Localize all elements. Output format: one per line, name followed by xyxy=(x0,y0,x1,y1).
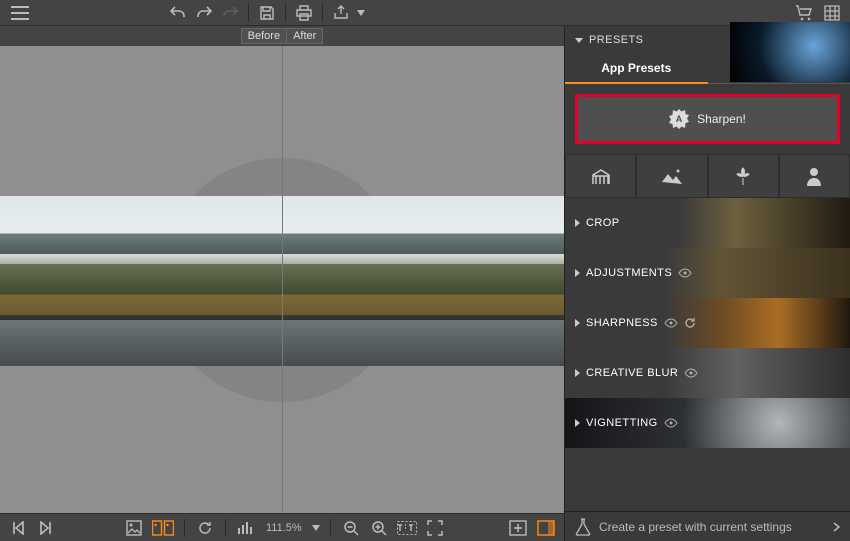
category-macro[interactable] xyxy=(708,154,779,198)
grid-button[interactable] xyxy=(820,1,844,25)
create-preset-button[interactable]: Create a preset with current settings xyxy=(565,511,850,541)
panel-vignetting-icons xyxy=(664,418,678,428)
eye-icon xyxy=(664,318,678,328)
sharpen-label: Sharpen! xyxy=(697,112,746,126)
panel-creative-blur-icons xyxy=(684,368,698,378)
eye-icon xyxy=(678,268,692,278)
adjustment-panels: CROP ADJUSTMENTS SHARPNESS CREATIVE BL xyxy=(565,198,850,511)
zoom-out-button[interactable] xyxy=(339,516,363,540)
flask-icon xyxy=(575,518,591,536)
preset-categories xyxy=(565,154,850,198)
before-preview xyxy=(0,46,282,513)
print-button[interactable] xyxy=(292,1,316,25)
canvas-area: Before After xyxy=(0,26,564,541)
share-button[interactable] xyxy=(329,1,353,25)
prev-image-button[interactable] xyxy=(6,516,30,540)
compare-view-button[interactable] xyxy=(150,516,176,540)
chevron-right-icon xyxy=(575,419,580,427)
chevron-right-icon xyxy=(575,269,580,277)
single-view-button[interactable] xyxy=(122,516,146,540)
category-architecture[interactable] xyxy=(565,154,636,198)
tab-app-presets[interactable]: App Presets xyxy=(565,54,708,84)
redo-disabled-button xyxy=(218,1,242,25)
status-bar: 111.5% xyxy=(0,513,564,541)
reset-icon xyxy=(684,317,696,329)
category-portrait[interactable] xyxy=(779,154,850,198)
add-media-button[interactable] xyxy=(506,516,530,540)
after-label: After xyxy=(287,28,323,44)
sharpen-preset-button[interactable]: A Sharpen! xyxy=(575,94,840,144)
svg-text:A: A xyxy=(676,114,683,124)
tab-my-presets[interactable]: My Presets xyxy=(708,54,850,84)
undo-button[interactable] xyxy=(166,1,190,25)
chevron-right-icon xyxy=(575,369,580,377)
panel-sharpness-label: SHARPNESS xyxy=(586,317,658,329)
auto-badge-icon: A xyxy=(669,109,689,129)
panel-sharpness-icons xyxy=(664,317,696,329)
share-dropdown[interactable] xyxy=(355,1,367,25)
panel-sharpness[interactable]: SHARPNESS xyxy=(565,298,850,348)
cart-button[interactable] xyxy=(792,1,816,25)
zoom-value: 111.5% xyxy=(262,522,306,534)
chevron-right-icon xyxy=(575,219,580,227)
next-image-button[interactable] xyxy=(34,516,58,540)
panel-adjustments-label: ADJUSTMENTS xyxy=(586,267,672,279)
panel-crop-label: CROP xyxy=(586,217,620,229)
panel-creative-blur-label: CREATIVE BLUR xyxy=(586,367,678,379)
category-landscape[interactable] xyxy=(636,154,707,198)
preset-tabs: App Presets My Presets xyxy=(565,54,850,84)
zoom-100-button[interactable] xyxy=(395,516,419,540)
histogram-button[interactable] xyxy=(234,516,258,540)
before-after-labels: Before After xyxy=(0,26,564,46)
panel-adjustments-icons xyxy=(678,268,692,278)
rotate-button[interactable] xyxy=(193,516,217,540)
chevron-right-icon xyxy=(833,522,840,532)
presets-header[interactable]: PRESETS xyxy=(565,26,850,54)
preview-area[interactable] xyxy=(0,46,564,513)
redo-button[interactable] xyxy=(192,1,216,25)
chevron-right-icon xyxy=(575,319,580,327)
panel-toggle-button[interactable] xyxy=(534,516,558,540)
panel-creative-blur[interactable]: CREATIVE BLUR xyxy=(565,348,850,398)
top-toolbar xyxy=(0,0,850,26)
eye-icon xyxy=(684,368,698,378)
panel-crop[interactable]: CROP xyxy=(565,198,850,248)
menu-button[interactable] xyxy=(6,1,34,25)
panel-adjustments[interactable]: ADJUSTMENTS xyxy=(565,248,850,298)
zoom-in-button[interactable] xyxy=(367,516,391,540)
panel-vignetting[interactable]: VIGNETTING xyxy=(565,398,850,448)
panel-vignetting-label: VIGNETTING xyxy=(586,417,658,429)
presets-label: PRESETS xyxy=(589,34,643,46)
zoom-dropdown[interactable] xyxy=(310,516,322,540)
side-panel: PRESETS App Presets My Presets A Sharpen… xyxy=(564,26,850,541)
after-preview xyxy=(282,46,565,513)
create-preset-label: Create a preset with current settings xyxy=(599,520,792,534)
before-label: Before xyxy=(241,28,287,44)
zoom-fit-button[interactable] xyxy=(423,516,447,540)
save-button[interactable] xyxy=(255,1,279,25)
eye-icon xyxy=(664,418,678,428)
chevron-down-icon xyxy=(575,38,583,43)
